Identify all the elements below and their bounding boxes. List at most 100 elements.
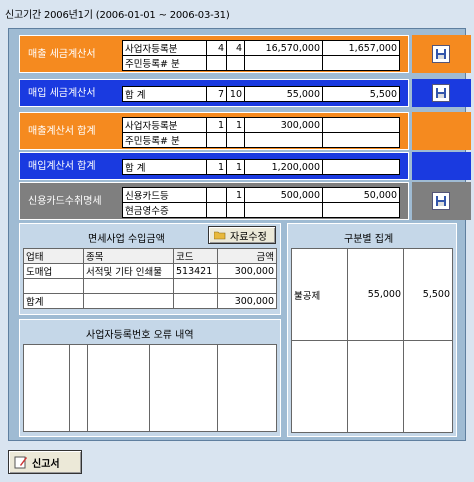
cell: 1,200,000	[244, 159, 323, 175]
cell	[322, 202, 400, 218]
cell	[226, 55, 245, 71]
category-summary-table: 불공제 55,000 5,500	[291, 248, 453, 433]
cell: 합 계	[122, 159, 207, 175]
main-panel: 매출 세금계산서 사업자등록분 4 4 16,570,000 1,657,000…	[8, 28, 471, 441]
cell	[226, 202, 245, 218]
table-cell: 불공제	[291, 248, 348, 341]
table-cell	[217, 344, 277, 432]
error-list-panel: 사업자등록번호 오류 내역	[19, 319, 281, 437]
credit-card-panel: 신용카드수취명세 신용카드등 1 500,000 50,000 현금영수증	[19, 182, 409, 220]
cell: 주민등록# 분	[122, 132, 207, 148]
purchase-invoice-label: 매입계산서 합계	[28, 161, 96, 172]
sales-tax-invoice-panel: 매출 세금계산서 사업자등록분 4 4 16,570,000 1,657,000…	[19, 35, 409, 73]
credit-card-table: 신용카드등 1 500,000 50,000 현금영수증	[122, 187, 400, 218]
table-cell[interactable]: 서적및 기타 인쇄물	[83, 263, 174, 279]
sales-tax-invoice-row: 매출 세금계산서 사업자등록분 4 4 16,570,000 1,657,000…	[19, 35, 471, 73]
cell: 55,000	[244, 86, 323, 102]
sales-invoice-label: 매출계산서 합계	[28, 126, 96, 137]
cell: 1	[226, 117, 245, 133]
purchase-invoice-row: 매입계산서 합계 합 계 1 1 1,200,000	[19, 152, 471, 180]
table-cell[interactable]	[217, 278, 277, 294]
purchase-tax-invoice-panel: 매입 세금계산서 합 계 7 10 55,000 5,500	[19, 79, 409, 107]
header-cell: 업태	[23, 248, 84, 264]
cell: 50,000	[322, 187, 400, 203]
cell: 1	[226, 187, 245, 203]
purchase-tax-invoice-table: 합 계 7 10 55,000 5,500	[122, 86, 400, 102]
cell: 사업자등록분	[122, 40, 207, 56]
cell: 300,000	[244, 117, 323, 133]
credit-card-button-area	[412, 182, 471, 220]
total-label: 합계	[23, 293, 84, 309]
sales-tax-invoice-button-area	[412, 35, 471, 73]
category-summary-panel: 구분별 집계 불공제 55,000 5,500	[287, 223, 457, 437]
report-label: 신고서	[32, 458, 60, 470]
cell: 1	[206, 159, 227, 175]
report-button[interactable]: 신고서	[8, 450, 82, 474]
table-cell[interactable]	[23, 278, 84, 294]
cell: 1	[226, 159, 245, 175]
cell: 4	[206, 40, 227, 56]
cell	[322, 117, 400, 133]
cell	[226, 132, 245, 148]
folder-icon	[214, 231, 226, 240]
purchase-tax-invoice-label: 매입 세금계산서	[28, 88, 96, 99]
header-cell: 종목	[83, 248, 174, 264]
cell: 16,570,000	[244, 40, 323, 56]
table-cell	[291, 340, 348, 433]
table-cell	[87, 344, 150, 432]
exempt-income-table: 업태 종목 코드 금액 도매업 서적및 기타 인쇄물 513421 300,00…	[23, 248, 277, 309]
cell	[322, 55, 400, 71]
exempt-income-title: 면세사업 수입금액	[88, 234, 165, 245]
cell	[322, 159, 400, 175]
table-cell	[173, 293, 218, 309]
table-cell: 5,500	[403, 248, 453, 341]
error-list-table	[23, 344, 277, 432]
floppy-icon[interactable]	[432, 192, 450, 210]
table-cell	[23, 344, 70, 432]
sales-invoice-panel: 매출계산서 합계 사업자등록분 1 1 300,000 주민등록# 분	[19, 112, 409, 150]
table-cell[interactable]: 300,000	[217, 263, 277, 279]
exempt-income-panel: 면세사업 수입금액 자료수정 업태 종목 코드 금액 도매업 서적및 기타 인쇄…	[19, 223, 281, 315]
period-label: 신고기간 2006년1기 (2006-01-01 ~ 2006-03-31)	[5, 10, 230, 21]
cell	[206, 202, 227, 218]
cell: 합 계	[122, 86, 207, 102]
header-cell: 금액	[217, 248, 277, 264]
cell	[244, 202, 323, 218]
table-cell[interactable]	[173, 278, 218, 294]
purchase-invoice-table: 합 계 1 1 1,200,000	[122, 159, 400, 175]
cell	[244, 55, 323, 71]
cell: 5,500	[322, 86, 400, 102]
error-list-title: 사업자등록번호 오류 내역	[86, 330, 194, 341]
cell: 4	[226, 40, 245, 56]
cell	[206, 187, 227, 203]
cell	[206, 132, 227, 148]
purchase-invoice-button-area	[412, 152, 471, 180]
pencil-icon	[14, 456, 27, 469]
sales-invoice-button-area	[412, 112, 471, 150]
table-cell	[347, 340, 404, 433]
floppy-icon[interactable]	[432, 45, 450, 63]
sales-invoice-row: 매출계산서 합계 사업자등록분 1 1 300,000 주민등록# 분	[19, 112, 471, 150]
credit-card-label: 신용카드수취명세	[28, 196, 102, 207]
cell: 주민등록# 분	[122, 55, 207, 71]
credit-card-row: 신용카드수취명세 신용카드등 1 500,000 50,000 현금영수증	[19, 182, 471, 220]
cell	[206, 55, 227, 71]
cell: 7	[206, 86, 227, 102]
purchase-tax-invoice-button-area	[412, 79, 471, 107]
cell: 500,000	[244, 187, 323, 203]
cell	[322, 132, 400, 148]
purchase-tax-invoice-row: 매입 세금계산서 합 계 7 10 55,000 5,500	[19, 79, 471, 107]
cell: 10	[226, 86, 245, 102]
edit-data-button[interactable]: 자료수정	[208, 226, 276, 244]
table-cell	[69, 344, 88, 432]
cell: 현금영수증	[122, 202, 207, 218]
category-summary-title: 구분별 집계	[344, 234, 394, 245]
header-cell: 코드	[173, 248, 218, 264]
edit-data-label: 자료수정	[230, 231, 267, 243]
cell: 1,657,000	[322, 40, 400, 56]
table-cell	[149, 344, 218, 432]
table-cell[interactable]: 도매업	[23, 263, 84, 279]
floppy-icon[interactable]	[432, 84, 450, 102]
table-cell[interactable]: 513421	[173, 263, 218, 279]
table-cell[interactable]	[83, 278, 174, 294]
